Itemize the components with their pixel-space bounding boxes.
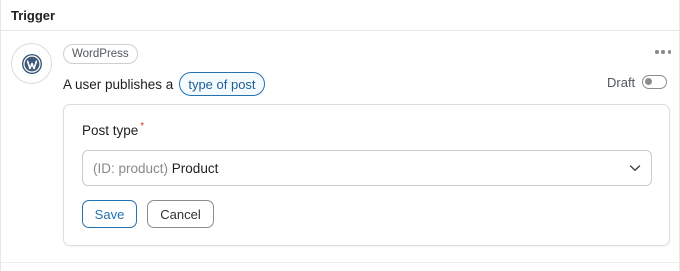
- section-header: Trigger: [1, 0, 680, 31]
- required-marker: *: [140, 121, 145, 132]
- status-control: Draft: [607, 73, 668, 91]
- post-type-label: Post type *: [82, 121, 145, 138]
- chevron-down-icon: [629, 165, 641, 171]
- trigger-sentence: A user publishes a type of post: [63, 72, 265, 96]
- post-type-id: (ID: product): [93, 161, 169, 176]
- more-options-icon[interactable]: [655, 47, 671, 57]
- save-button[interactable]: Save: [82, 200, 137, 228]
- trigger-settings-panel: Post type * (ID: product) Product Save Ca…: [63, 104, 670, 246]
- post-type-label-text: Post type: [82, 123, 139, 138]
- integration-avatar: [11, 43, 52, 84]
- post-type-select[interactable]: (ID: product) Product: [82, 150, 652, 186]
- trigger-card: Trigger WordPress A user publishes a typ…: [0, 0, 680, 271]
- toggle-knob: [645, 78, 653, 85]
- trigger-sentence-text: A user publishes a: [63, 76, 174, 92]
- post-type-name: Product: [171, 161, 219, 176]
- wordpress-icon: [21, 53, 42, 74]
- draft-toggle[interactable]: [642, 75, 668, 89]
- cancel-button[interactable]: Cancel: [147, 200, 214, 228]
- divider: [1, 262, 680, 263]
- post-type-token-button[interactable]: type of post: [179, 72, 265, 96]
- section-title: Trigger: [11, 8, 56, 23]
- integration-tag: WordPress: [63, 44, 138, 64]
- post-type-select-value: (ID: product) Product: [93, 161, 218, 176]
- status-label: Draft: [607, 74, 636, 90]
